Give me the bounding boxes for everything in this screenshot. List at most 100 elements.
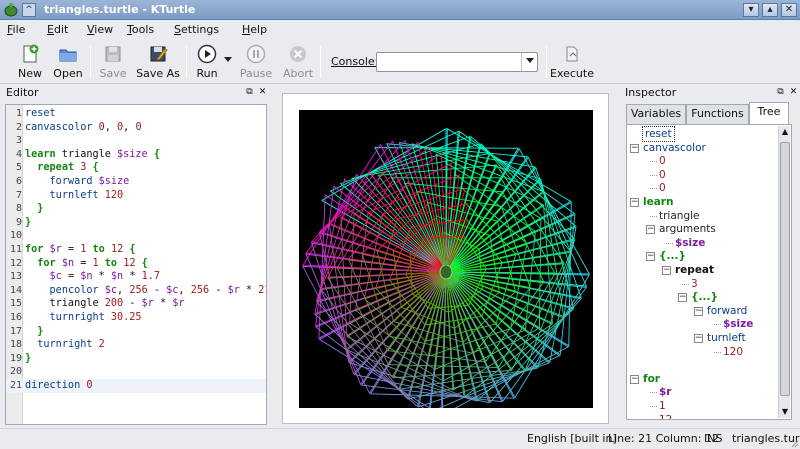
menu-edit[interactable]: Edit bbox=[47, 23, 68, 36]
code-line[interactable]: 9} bbox=[6, 216, 266, 230]
tree-node[interactable]: {...} bbox=[659, 249, 686, 263]
float-panel-icon[interactable]: ⧉ bbox=[775, 87, 786, 98]
float-panel-icon[interactable]: ⧉ bbox=[244, 87, 255, 98]
open-button[interactable]: Open bbox=[50, 40, 86, 84]
menu-help[interactable]: Help bbox=[242, 23, 267, 36]
close-window-button[interactable]: ✕ bbox=[781, 3, 797, 17]
console-dropdown[interactable] bbox=[521, 53, 537, 71]
code-line[interactable]: 7 turnleft 120 bbox=[6, 189, 266, 203]
tree-collapse-toggle[interactable]: − bbox=[630, 374, 639, 384]
tree-node[interactable]: $size bbox=[723, 317, 753, 331]
tree-node[interactable]: 1 bbox=[659, 399, 666, 413]
menu-tools[interactable]: Tools bbox=[127, 23, 154, 36]
code-line[interactable]: 8 } bbox=[6, 202, 266, 216]
close-panel-icon[interactable]: ✕ bbox=[257, 87, 268, 98]
tree-collapse-toggle[interactable]: − bbox=[646, 225, 655, 235]
tree-node[interactable]: 12 bbox=[659, 413, 672, 419]
tree-collapse-toggle[interactable]: − bbox=[630, 198, 639, 207]
maximize-button[interactable]: ▴ bbox=[762, 3, 778, 17]
tree-node[interactable]: $r bbox=[659, 385, 671, 399]
tree-collapse-toggle[interactable]: − bbox=[630, 143, 639, 153]
inspector-splitter[interactable] bbox=[614, 100, 617, 420]
tree-node[interactable]: arguments bbox=[659, 222, 716, 236]
tree-node[interactable]: 3 bbox=[691, 277, 698, 291]
pause-button[interactable]: Pause bbox=[238, 40, 274, 84]
code-line[interactable]: 12 for $n = 1 to 12 { bbox=[6, 257, 266, 271]
tree-collapse-toggle[interactable]: − bbox=[694, 306, 703, 316]
code-line[interactable]: 3 bbox=[6, 134, 266, 148]
run-speed-dropdown[interactable] bbox=[222, 40, 234, 84]
code-line[interactable]: 16 turnright 30.25 bbox=[6, 311, 266, 325]
line-number: 13 bbox=[9, 271, 22, 283]
code-line[interactable]: 2 canvascolor 0, 0, 0 bbox=[6, 121, 266, 135]
tree-node[interactable]: repeat bbox=[675, 263, 714, 277]
tree-node[interactable]: triangle bbox=[659, 209, 699, 223]
tree-node[interactable]: 0 bbox=[659, 168, 666, 182]
menu-file[interactable]: File bbox=[7, 23, 25, 36]
turtle-triangle bbox=[445, 226, 577, 364]
tree-collapse-toggle[interactable]: − bbox=[694, 334, 703, 343]
close-panel-icon[interactable]: ✕ bbox=[788, 87, 799, 98]
code-line[interactable]: 5 repeat 3 { bbox=[6, 161, 266, 175]
scroll-up-arrow[interactable]: ▲ bbox=[779, 126, 791, 138]
tree-connector bbox=[666, 242, 673, 244]
scrollbar-thumb[interactable] bbox=[780, 142, 790, 396]
code-line[interactable]: 17 } bbox=[6, 325, 266, 339]
editor-splitter[interactable] bbox=[271, 100, 274, 420]
code-line[interactable]: 14 pencolor $c, 256 - $c, 256 - $r * 21 bbox=[6, 284, 266, 298]
execute-button[interactable]: Execute bbox=[550, 40, 594, 84]
tab-tree[interactable]: Tree bbox=[749, 102, 789, 124]
code-text: turnright 2 bbox=[37, 339, 105, 351]
code-line[interactable]: 1 reset bbox=[6, 107, 266, 121]
tree-node[interactable]: 0 bbox=[659, 154, 666, 168]
code-line[interactable]: 4 learn triangle $size { bbox=[6, 148, 266, 162]
tree-node[interactable]: $size bbox=[675, 236, 705, 250]
abort-button[interactable]: Abort bbox=[280, 40, 316, 84]
line-number: 20 bbox=[9, 366, 22, 378]
tree-collapse-toggle[interactable]: − bbox=[678, 293, 687, 303]
menu-settings[interactable]: Settings bbox=[174, 23, 219, 36]
code-line[interactable]: 21 direction 0 bbox=[6, 379, 266, 393]
save-button[interactable]: Save bbox=[96, 40, 130, 84]
code-line[interactable]: 10 bbox=[6, 229, 266, 243]
run-button[interactable]: Run bbox=[192, 40, 222, 84]
console-input[interactable] bbox=[376, 52, 538, 72]
tree-node[interactable]: {...} bbox=[691, 290, 718, 304]
canvas-area bbox=[282, 93, 609, 424]
code-line[interactable]: 20 bbox=[6, 365, 266, 379]
resize-grip-icon[interactable] bbox=[789, 438, 799, 448]
open-label: Open bbox=[53, 67, 83, 80]
code-text: forward $size bbox=[49, 176, 130, 187]
code-line[interactable]: 6 forward $size bbox=[6, 175, 266, 189]
tab-variables[interactable]: Variables bbox=[626, 104, 686, 124]
tree-node[interactable]: turnleft bbox=[707, 331, 746, 345]
code-text: repeat 3 { bbox=[37, 162, 99, 174]
tree-node[interactable]: 120 bbox=[723, 345, 743, 359]
code-line[interactable]: 19} bbox=[6, 352, 266, 366]
window-menu-button[interactable]: ^ bbox=[22, 3, 36, 17]
menu-view[interactable]: View bbox=[87, 23, 113, 36]
tree-node[interactable]: reset bbox=[642, 126, 675, 142]
minimize-button[interactable]: ▾ bbox=[743, 3, 759, 17]
tab-functions[interactable]: Functions bbox=[686, 104, 749, 124]
code-line[interactable]: 18 turnright 2 bbox=[6, 338, 266, 352]
tree-node[interactable]: learn bbox=[643, 195, 673, 209]
code-editor[interactable]: 1 reset 2 canvascolor 0, 0, 0 3 4 learn triang… bbox=[5, 104, 267, 425]
code-line[interactable]: 15 triangle 200 - $r * $r bbox=[6, 297, 266, 311]
line-number: 10 bbox=[9, 230, 22, 242]
code-line[interactable]: 13 $c = $n * $n * 1.7 bbox=[6, 270, 266, 284]
new-button[interactable]: New bbox=[10, 40, 50, 84]
code-line[interactable]: 11 for $r = 1 to 12 { bbox=[6, 243, 266, 257]
tree-collapse-toggle[interactable]: − bbox=[646, 252, 655, 262]
save-as-label: Save As bbox=[136, 67, 180, 80]
scroll-down-arrow[interactable]: ▼ bbox=[779, 406, 791, 418]
tree-scrollbar[interactable]: ▲ ▼ bbox=[778, 126, 790, 418]
syntax-tree[interactable]: ▲ ▼ reset − canvascolor 0 0 0− learn triangle − a… bbox=[626, 124, 792, 420]
tree-collapse-toggle[interactable]: − bbox=[662, 266, 671, 275]
save-as-button[interactable]: Save As bbox=[136, 40, 180, 84]
tree-node[interactable]: 0 bbox=[659, 181, 666, 195]
tree-node[interactable]: canvascolor bbox=[643, 141, 706, 155]
tree-node[interactable]: for bbox=[643, 372, 660, 386]
tree-node[interactable]: forward bbox=[707, 304, 747, 318]
menu-label: iew bbox=[94, 23, 114, 36]
